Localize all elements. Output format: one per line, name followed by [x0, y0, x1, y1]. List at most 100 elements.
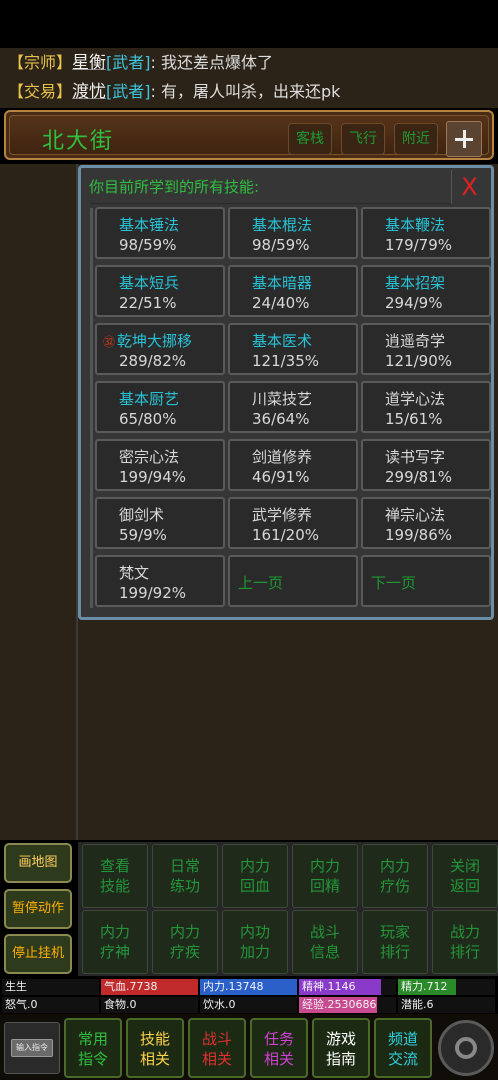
skill-name-text: 乾坤大挪移 — [117, 332, 193, 350]
skill-item[interactable]: 密宗心法 199/94% — [95, 439, 225, 491]
bottom-button-label: 常用 — [77, 1030, 108, 1048]
skill-item[interactable]: 基本厨艺 65/80% — [95, 381, 225, 433]
command-button[interactable]: 战斗 信息 — [292, 910, 358, 974]
channel-chat-button[interactable]: 频道 交流 — [374, 1018, 432, 1078]
skill-item[interactable]: 禅宗心法 199/86% — [361, 497, 491, 549]
skill-name: 基本暗器 — [252, 272, 312, 293]
skill-value: 199/94% — [119, 468, 187, 486]
command-button[interactable]: 内力 回血 — [222, 844, 288, 908]
skill-item[interactable]: 道学心法 15/61% — [361, 381, 491, 433]
command-button[interactable]: 内功 加力 — [222, 910, 288, 974]
skill-name-text: 基本短兵 — [119, 274, 180, 292]
inn-button[interactable]: 客栈 — [288, 123, 332, 155]
location-bar: 北大街 客栈 飞行 附近 — [4, 110, 494, 160]
command-button[interactable]: 关闭 返回 — [432, 844, 498, 908]
skill-item[interactable]: 梵文 199/92% — [95, 555, 225, 607]
skill-name-text: 基本鞭法 — [385, 216, 446, 234]
skill-item[interactable]: 读书写字 299/81% — [361, 439, 491, 491]
skill-item[interactable]: 基本暗器 24/40% — [228, 265, 358, 317]
skill-value: 121/90% — [385, 352, 453, 370]
command-label: 关闭 — [449, 857, 480, 875]
scrollbar[interactable] — [90, 208, 93, 608]
pause-action-button[interactable]: 暂停动作 — [4, 889, 72, 929]
skill-name: 基本鞭法 — [385, 214, 445, 235]
command-button[interactable]: 查看 技能 — [82, 844, 148, 908]
command-label: 查看 — [99, 857, 130, 875]
skill-name: 基本招架 — [385, 272, 445, 293]
skill-item[interactable]: 剑道修养 46/91% — [228, 439, 358, 491]
input-command-button[interactable]: 输入指令 — [4, 1022, 60, 1074]
stat-label: 生生 — [5, 980, 27, 993]
command-button[interactable]: 内力 疗伤 — [362, 844, 428, 908]
skill-name: 基本医术 — [252, 330, 312, 351]
chat-player-name[interactable]: 星衡 — [72, 53, 106, 73]
prev-page-button[interactable]: 上一页 — [228, 555, 358, 607]
stat-item: 饮水.0 — [200, 997, 297, 1013]
stat-item: 精力.712 — [398, 979, 495, 995]
stat-label: 潜能.6 — [401, 998, 434, 1011]
command-button[interactable]: 内力 疗疾 — [152, 910, 218, 974]
skill-value: 65/80% — [119, 410, 177, 428]
skill-name: 密宗心法 — [119, 446, 179, 467]
skill-item[interactable]: 武学修养 161/20% — [228, 497, 358, 549]
skill-item[interactable]: 基本招架 294/9% — [361, 265, 491, 317]
skill-name-text: 御剑术 — [119, 506, 165, 524]
chat-line: 【交易】渡忧[武者]: 有，屠人叫杀，出来还pk — [8, 79, 340, 105]
command-button[interactable]: 内力 回精 — [292, 844, 358, 908]
chat-player-name[interactable]: 渡忧 — [72, 82, 106, 102]
skill-name-text: 道学心法 — [385, 390, 446, 408]
chat-message: : 我还差点爆体了 — [150, 53, 273, 72]
command-label: 排行 — [379, 943, 410, 961]
skill-value: 121/35% — [252, 352, 320, 370]
stat-item: 内力.13748 — [200, 979, 297, 995]
skill-name: 基本厨艺 — [119, 388, 179, 409]
skill-name: 御剑术 — [119, 504, 164, 525]
command-button[interactable]: 内力 疗神 — [82, 910, 148, 974]
skill-item[interactable]: 御剑术 59/9% — [95, 497, 225, 549]
game-guide-button[interactable]: 游戏 指南 — [312, 1018, 370, 1078]
skill-item[interactable]: 基本医术 121/35% — [228, 323, 358, 375]
command-label: 日常 — [169, 857, 200, 875]
bottom-button-label: 游戏 — [325, 1030, 356, 1048]
skill-item[interactable]: 基本鞭法 179/79% — [361, 207, 491, 259]
command-button[interactable]: 日常 练功 — [152, 844, 218, 908]
quest-related-button[interactable]: 任务 相关 — [250, 1018, 308, 1078]
next-page-button[interactable]: 下一页 — [361, 555, 491, 607]
skill-item[interactable]: 逍遥奇学 121/90% — [361, 323, 491, 375]
command-label: 玩家 — [379, 923, 410, 941]
skill-item[interactable]: 川菜技艺 36/64% — [228, 381, 358, 433]
close-button[interactable]: X — [451, 170, 487, 204]
skill-item[interactable]: 基本短兵 22/51% — [95, 265, 225, 317]
skill-item[interactable]: 基本棍法 98/59% — [228, 207, 358, 259]
bottom-button-label: 战斗 — [201, 1030, 232, 1048]
skill-item[interactable]: ㉜乾坤大挪移 289/82% — [95, 323, 225, 375]
gear-icon[interactable] — [438, 1020, 494, 1076]
skills-panel: 你目前所学到的所有技能: X 基本锤法 98/59% 基本棍法 98/59% 基本鞭法 1… — [78, 165, 494, 620]
stat-label: 经验.2530686 — [302, 998, 377, 1011]
status-bar — [0, 0, 498, 44]
command-label: 返回 — [449, 877, 480, 895]
plus-icon[interactable] — [446, 121, 482, 157]
stop-idle-button[interactable]: 停止挂机 — [4, 934, 72, 974]
skill-value: 98/59% — [252, 236, 310, 254]
bottom-button-label: 技能 — [139, 1030, 170, 1048]
stat-label: 精神.1146 — [302, 980, 356, 993]
skill-value: 98/59% — [119, 236, 177, 254]
bottom-button-label: 任务 — [263, 1030, 294, 1048]
skill-item[interactable]: 基本锤法 98/59% — [95, 207, 225, 259]
common-commands-button[interactable]: 常用 指令 — [64, 1018, 122, 1078]
command-button[interactable]: 玩家 排行 — [362, 910, 428, 974]
fly-button[interactable]: 飞行 — [341, 123, 385, 155]
command-label: 疗疾 — [169, 943, 200, 961]
skill-value: 15/61% — [385, 410, 443, 428]
command-button[interactable]: 战力 排行 — [432, 910, 498, 974]
draw-map-button[interactable]: 画地图 — [4, 843, 72, 883]
skill-value: 299/81% — [385, 468, 453, 486]
combat-related-button[interactable]: 战斗 相关 — [188, 1018, 246, 1078]
nearby-button[interactable]: 附近 — [394, 123, 438, 155]
chat-player-rank: [武者] — [106, 53, 151, 72]
skills-related-button[interactable]: 技能 相关 — [126, 1018, 184, 1078]
skill-badge: ㉜ — [103, 335, 116, 349]
stat-item: 潜能.6 — [398, 997, 495, 1013]
stats-bar: 生生 气血.7738 内力.13748 精神.1146 精力.712 怒气.0 食物.0 饮水… — [0, 978, 498, 1014]
